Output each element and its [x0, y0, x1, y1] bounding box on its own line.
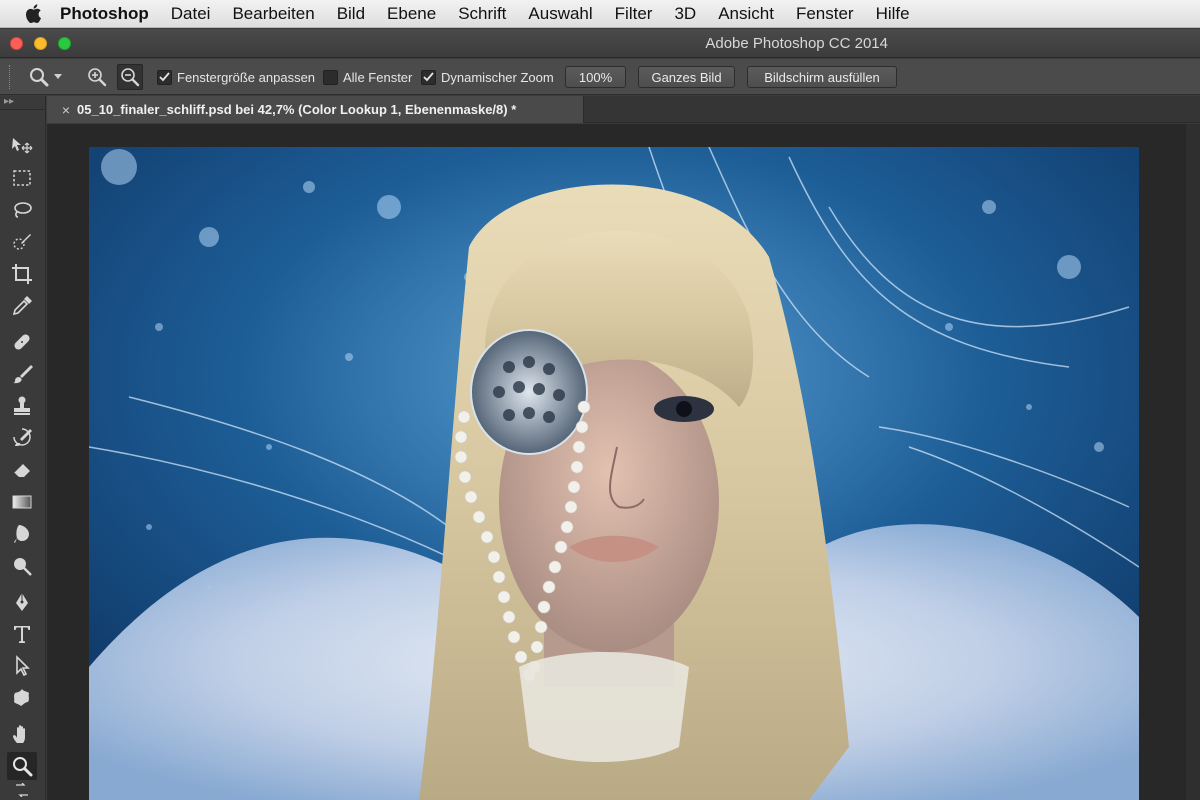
- menu-ansicht[interactable]: Ansicht: [718, 4, 774, 24]
- shape-tool[interactable]: [7, 684, 37, 712]
- document-image[interactable]: [89, 147, 1139, 800]
- close-tab-button[interactable]: ×: [55, 102, 77, 118]
- zoom-in-button[interactable]: [84, 64, 110, 90]
- canvas-area[interactable]: [47, 124, 1200, 800]
- menu-datei[interactable]: Datei: [171, 4, 211, 24]
- pen-tool[interactable]: [7, 588, 37, 616]
- window-title-bar: Adobe Photoshop CC 2014: [0, 29, 1200, 58]
- scrubby-zoom-checkbox[interactable]: Dynamischer Zoom: [421, 69, 554, 85]
- dodge-icon: [14, 558, 32, 576]
- zoom-out-button[interactable]: [117, 64, 143, 90]
- pen-icon: [16, 593, 28, 611]
- crop-icon: [12, 264, 32, 284]
- resize-windows-label: Fenstergröße anpassen: [177, 69, 316, 85]
- zoom-in-icon: [88, 68, 107, 87]
- zoom-out-icon: [121, 68, 140, 87]
- marquee-tool[interactable]: [7, 164, 37, 192]
- history-brush-tool[interactable]: [7, 424, 37, 452]
- app-menu-photoshop[interactable]: Photoshop: [60, 4, 149, 24]
- menu-bar: Photoshop Datei Bearbeiten Bild Ebene Sc…: [0, 0, 1200, 28]
- dodge-tool[interactable]: [7, 552, 37, 580]
- blur-tool[interactable]: [7, 520, 37, 548]
- menu-filter[interactable]: Filter: [615, 4, 653, 24]
- fill-screen-button[interactable]: Bildschirm ausfüllen: [747, 66, 897, 88]
- fit-screen-button[interactable]: Ganzes Bild: [638, 66, 735, 88]
- menu-ebene[interactable]: Ebene: [387, 4, 436, 24]
- path-selection-tool[interactable]: [7, 652, 37, 680]
- resize-windows-checkbox-box[interactable]: [157, 69, 172, 85]
- eraser-tool[interactable]: [7, 456, 37, 484]
- stamp-icon: [14, 396, 30, 415]
- menu-schrift[interactable]: Schrift: [458, 4, 506, 24]
- options-bar-grip[interactable]: [9, 65, 13, 89]
- tools-panel: ▸▸: [0, 96, 46, 800]
- window-close-button[interactable]: [10, 37, 23, 50]
- tool-preset-picker[interactable]: [24, 64, 72, 90]
- rectangular-marquee-icon: [13, 170, 31, 186]
- gradient-tool[interactable]: [7, 488, 37, 516]
- tools-panel-collapse[interactable]: ▸▸: [0, 96, 46, 110]
- swap-arrows-icon: [16, 783, 28, 797]
- options-bar: Fenstergröße anpassen Alle Fenster Dynam…: [0, 59, 1200, 95]
- eyedropper-icon: [12, 296, 32, 316]
- window-title: Adobe Photoshop CC 2014: [705, 35, 888, 52]
- healing-brush-tool[interactable]: [7, 328, 37, 356]
- menu-fenster[interactable]: Fenster: [796, 4, 854, 24]
- crop-tool[interactable]: [7, 260, 37, 288]
- band-aid-icon: [14, 334, 30, 350]
- chevron-down-icon: [54, 74, 62, 79]
- document-tab-bar: × 05_10_finaler_schliff.psd bei 42,7% (C…: [47, 96, 1200, 123]
- all-windows-label: Alle Fenster: [343, 69, 413, 85]
- eyedropper-tool[interactable]: [7, 292, 37, 320]
- scrubby-zoom-label: Dynamischer Zoom: [441, 69, 554, 85]
- zoom-tool[interactable]: [7, 752, 37, 780]
- menu-hilfe[interactable]: Hilfe: [876, 4, 910, 24]
- swap-colors-button[interactable]: [7, 780, 37, 800]
- zoom-tool-preset-icon: [30, 68, 49, 87]
- window-minimize-button[interactable]: [34, 37, 47, 50]
- vertical-scrollbar[interactable]: [1186, 124, 1200, 800]
- clone-stamp-tool[interactable]: [7, 392, 37, 420]
- move-icon: [12, 138, 33, 154]
- portrait-photo-illustration: [89, 147, 1139, 800]
- checkmark-icon: [159, 72, 170, 82]
- type-t-icon: [14, 626, 30, 643]
- lasso-icon: [14, 202, 32, 218]
- type-tool[interactable]: [7, 620, 37, 648]
- move-tool[interactable]: [7, 132, 37, 160]
- document-tab[interactable]: × 05_10_finaler_schliff.psd bei 42,7% (C…: [47, 96, 584, 123]
- eraser-icon: [13, 464, 30, 479]
- history-brush-icon: [13, 428, 32, 446]
- window-maximize-button[interactable]: [58, 37, 71, 50]
- lasso-tool[interactable]: [7, 196, 37, 224]
- all-windows-checkbox[interactable]: Alle Fenster: [323, 69, 412, 85]
- menu-bild[interactable]: Bild: [337, 4, 365, 24]
- quick-selection-tool[interactable]: [7, 228, 37, 256]
- zoom-100-button[interactable]: 100%: [565, 66, 626, 88]
- checkmark-icon: [423, 72, 434, 82]
- zoom-icon: [13, 757, 33, 777]
- menu-bearbeiten[interactable]: Bearbeiten: [232, 4, 314, 24]
- hand-icon: [13, 725, 25, 743]
- brush-icon: [13, 365, 33, 384]
- custom-shape-icon: [14, 689, 29, 706]
- quick-selection-icon: [13, 234, 31, 250]
- hand-tool[interactable]: [7, 720, 37, 748]
- path-arrow-icon: [16, 655, 30, 677]
- resize-windows-checkbox[interactable]: Fenstergröße anpassen: [157, 69, 315, 85]
- all-windows-checkbox-box[interactable]: [323, 69, 338, 85]
- menu-auswahl[interactable]: Auswahl: [528, 4, 592, 24]
- blur-drop-icon: [14, 525, 29, 543]
- brush-tool[interactable]: [7, 360, 37, 388]
- scrubby-zoom-checkbox-box[interactable]: [421, 69, 436, 85]
- gradient-icon: [12, 495, 32, 509]
- apple-logo-icon[interactable]: [24, 3, 46, 25]
- menu-3d[interactable]: 3D: [674, 4, 696, 24]
- document-tab-title: 05_10_finaler_schliff.psd bei 42,7% (Col…: [77, 102, 517, 117]
